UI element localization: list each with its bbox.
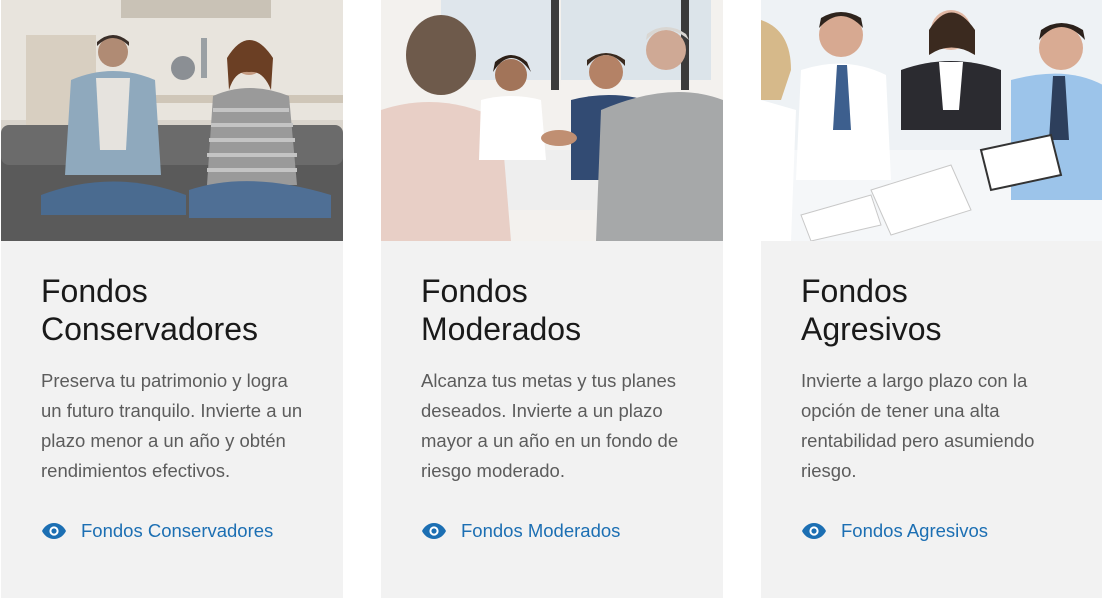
business-handshake-photo bbox=[381, 0, 723, 241]
card-description: Preserva tu patrimonio y logra un futuro… bbox=[41, 370, 303, 481]
card-title-line1: Fondos bbox=[801, 273, 908, 309]
link-label: Fondos Moderados bbox=[461, 520, 621, 541]
link-fondos-moderados[interactable]: Fondos Moderados bbox=[421, 518, 620, 544]
link-label: Fondos Conservadores bbox=[81, 520, 274, 541]
couple-meditating-photo bbox=[1, 0, 343, 241]
card-description: Alcanza tus metas y tus planes deseados.… bbox=[421, 370, 679, 481]
eye-icon bbox=[801, 518, 827, 544]
card-title: Fondos Agresivos bbox=[801, 272, 1071, 348]
link-label: Fondos Agresivos bbox=[841, 520, 989, 541]
link-fondos-agresivos[interactable]: Fondos Agresivos bbox=[801, 518, 988, 544]
card-fondos-agresivos: Fondos Agresivos Invierte a largo plazo … bbox=[761, 0, 1102, 598]
card-title-line1: Fondos bbox=[41, 273, 148, 309]
link-fondos-conservadores[interactable]: Fondos Conservadores bbox=[41, 518, 273, 544]
card-body: Fondos Conservadores Preserva tu patrimo… bbox=[41, 272, 311, 486]
card-title-line2: Moderados bbox=[421, 311, 582, 347]
card-title: Fondos Conservadores bbox=[41, 272, 311, 348]
card-body: Fondos Moderados Alcanza tus metas y tus… bbox=[421, 272, 691, 486]
card-fondos-moderados: Fondos Moderados Alcanza tus metas y tus… bbox=[381, 0, 723, 598]
eye-icon bbox=[421, 518, 447, 544]
team-meeting-photo bbox=[761, 0, 1102, 241]
card-title-line2: Agresivos bbox=[801, 311, 942, 347]
fund-cards-section: Fondos Conservadores Preserva tu patrimo… bbox=[0, 0, 1102, 600]
card-description: Invierte a largo plazo con la opción de … bbox=[801, 370, 1035, 481]
card-title-line2: Conservadores bbox=[41, 311, 258, 347]
card-title-line1: Fondos bbox=[421, 273, 528, 309]
eye-icon bbox=[41, 518, 67, 544]
card-title: Fondos Moderados bbox=[421, 272, 691, 348]
card-body: Fondos Agresivos Invierte a largo plazo … bbox=[801, 272, 1071, 486]
card-fondos-conservadores: Fondos Conservadores Preserva tu patrimo… bbox=[1, 0, 343, 598]
